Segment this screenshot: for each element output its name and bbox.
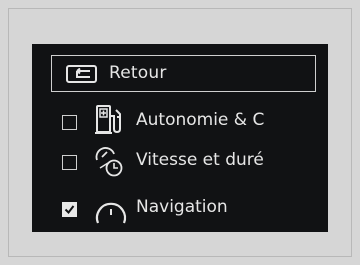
back-arrow-icon bbox=[66, 65, 97, 83]
back-button[interactable]: Retour bbox=[51, 55, 316, 92]
menu-item-label: Autonomie & C bbox=[136, 110, 265, 130]
checkbox-vitesse[interactable] bbox=[62, 155, 77, 170]
checkbox-navigation[interactable] bbox=[62, 202, 77, 217]
menu-item-navigation[interactable]: Navigation bbox=[32, 189, 328, 229]
back-label: Retour bbox=[109, 63, 167, 83]
display-screen: Retour Autonomie & C Vitesse et duré Nav… bbox=[32, 44, 328, 232]
menu-item-autonomie[interactable]: Autonomie & C bbox=[32, 102, 328, 142]
fuel-pump-icon bbox=[94, 104, 124, 142]
menu-item-vitesse[interactable]: Vitesse et duré bbox=[32, 141, 328, 181]
page-frame: Retour Autonomie & C Vitesse et duré Nav… bbox=[0, 0, 360, 265]
menu-item-label: Navigation bbox=[136, 197, 228, 217]
menu-item-label: Vitesse et duré bbox=[136, 150, 264, 170]
compass-gauge-icon bbox=[94, 193, 128, 231]
speed-time-icon bbox=[94, 144, 126, 182]
checkbox-autonomie[interactable] bbox=[62, 115, 77, 130]
